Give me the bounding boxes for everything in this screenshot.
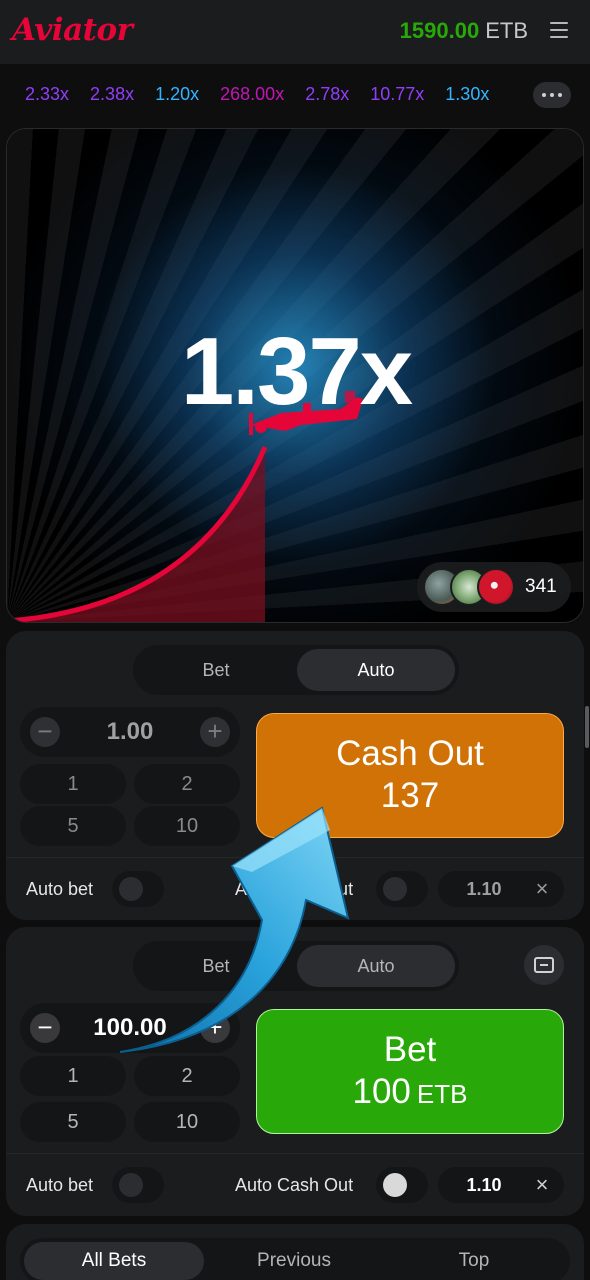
auto-cashout-value: 1.10 <box>466 879 502 899</box>
history-multiplier[interactable]: 2.38x <box>90 84 134 104</box>
increase-stake-button[interactable]: + <box>200 717 230 747</box>
quick-amount-2[interactable]: 2 <box>134 764 240 804</box>
tab-top[interactable]: Top <box>384 1242 564 1280</box>
quick-amount-1[interactable]: 1 <box>20 764 126 804</box>
remove-panel-icon[interactable] <box>524 945 564 985</box>
balance-currency: ETB <box>485 18 528 43</box>
stake-stepper: − 100.00 + <box>20 1003 240 1053</box>
quick-amount-1[interactable]: 1 <box>20 1056 126 1096</box>
stake-value[interactable]: 1.00 <box>60 707 200 757</box>
header: Aviator 1590.00 ETB <box>0 0 590 64</box>
game-canvas: 1.37x 341 <box>6 128 584 623</box>
bet-panel-2: Bet Auto − 100.00 + 1 2 5 10 Bet 100 ETB … <box>6 927 584 1216</box>
auto-cashout-label: Auto Cash Out <box>235 1175 354 1195</box>
cash-out-label: Cash Out <box>336 734 484 773</box>
stake-stepper: − 1.00 + <box>20 707 240 757</box>
decrease-stake-button[interactable]: − <box>30 1013 60 1043</box>
history-multiplier[interactable]: 10.77x <box>370 84 424 104</box>
cash-out-button[interactable]: Cash Out 137 <box>256 713 564 838</box>
history-multiplier[interactable]: 2.78x <box>305 84 349 104</box>
auto-cashout-toggle[interactable] <box>376 871 428 907</box>
bet-mode-tabs: Bet Auto <box>133 941 459 991</box>
auto-cashout-value: 1.10 <box>466 1175 502 1195</box>
auto-cashout-label: Auto Cash Out <box>235 879 354 899</box>
players-count: 341 <box>525 576 557 597</box>
tab-auto[interactable]: Auto <box>297 945 455 987</box>
players-online: 341 <box>417 562 571 612</box>
balance-amount: 1590.00 <box>399 18 480 43</box>
multiplier-history: 2.33x 2.38x 1.20x 268.00x 2.78x 10.77x 1.30x <box>0 64 590 126</box>
auto-bet-label: Auto bet <box>26 879 94 899</box>
hamburger-menu-icon[interactable] <box>550 22 568 39</box>
bet-currency: ETB <box>416 1079 468 1109</box>
bet-mode-tabs: Bet Auto <box>133 645 459 695</box>
close-icon[interactable]: × <box>532 878 552 900</box>
history-list: 2.33x 2.38x 1.20x 268.00x 2.78x 10.77x 1.30x <box>25 84 525 105</box>
current-multiplier: 1.37x <box>180 318 413 425</box>
aviator-logo: Aviator <box>12 12 133 48</box>
history-more-button[interactable] <box>533 82 571 108</box>
quick-amount-2[interactable]: 2 <box>134 1056 240 1096</box>
close-icon[interactable]: × <box>532 1174 552 1196</box>
bet-label: Bet <box>383 1030 437 1069</box>
tab-bet[interactable]: Bet <box>137 945 295 987</box>
balance: 1590.00 ETB <box>400 18 528 44</box>
avatar <box>477 568 515 606</box>
quick-amount-5[interactable]: 5 <box>20 806 126 846</box>
history-multiplier[interactable]: 2.33x <box>25 84 69 104</box>
scrollbar[interactable] <box>585 706 589 748</box>
tab-auto[interactable]: Auto <box>297 649 455 691</box>
quick-amount-5[interactable]: 5 <box>20 1102 126 1142</box>
auto-cashout-field[interactable]: 1.10 × <box>438 871 564 907</box>
bet-panel-1: Bet Auto − 1.00 + 1 2 5 10 Cash Out 137 … <box>6 631 584 920</box>
decrease-stake-button[interactable]: − <box>30 717 60 747</box>
cash-out-amount: 137 <box>380 776 440 815</box>
player-avatars <box>423 567 515 607</box>
auto-bet-toggle[interactable] <box>112 1167 164 1203</box>
auto-bet-label: Auto bet <box>26 1175 94 1195</box>
history-multiplier[interactable]: 1.30x <box>445 84 489 104</box>
history-multiplier[interactable]: 1.20x <box>155 84 199 104</box>
auto-cashout-field[interactable]: 1.10 × <box>438 1167 564 1203</box>
quick-amount-10[interactable]: 10 <box>134 1102 240 1142</box>
tab-all-bets[interactable]: All Bets <box>24 1242 204 1280</box>
quick-amount-10[interactable]: 10 <box>134 806 240 846</box>
bets-list-panel: All Bets Previous Top <box>6 1224 584 1280</box>
auto-bet-toggle[interactable] <box>112 871 164 907</box>
increase-stake-button[interactable]: + <box>200 1013 230 1043</box>
bets-tabs: All Bets Previous Top <box>20 1238 570 1280</box>
tab-previous[interactable]: Previous <box>204 1242 384 1280</box>
stake-value[interactable]: 100.00 <box>60 1003 200 1053</box>
history-multiplier[interactable]: 268.00x <box>220 84 284 104</box>
place-bet-button[interactable]: Bet 100 ETB <box>256 1009 564 1134</box>
auto-cashout-toggle[interactable] <box>376 1167 428 1203</box>
tab-bet[interactable]: Bet <box>137 649 295 691</box>
bet-amount: 100 <box>352 1072 411 1111</box>
